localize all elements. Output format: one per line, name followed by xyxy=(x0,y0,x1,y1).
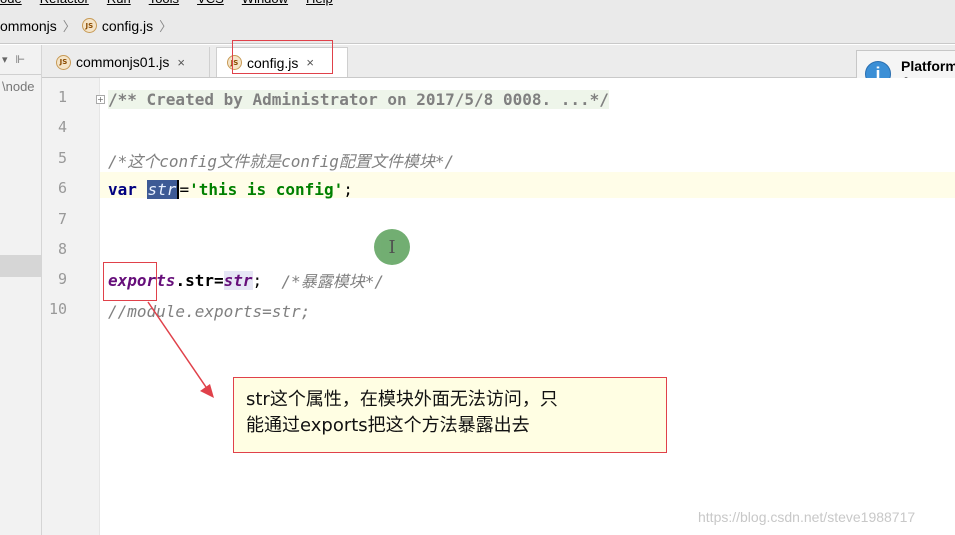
breadcrumb-file-label: config.js xyxy=(101,17,154,34)
line-number: 6 xyxy=(57,179,67,197)
menu-help[interactable]: Help xyxy=(306,0,333,8)
tab-commonjs01[interactable]: JS commonjs01.js × xyxy=(46,47,210,77)
tab-annotation-box xyxy=(232,40,333,74)
js-file-icon: JS xyxy=(81,18,97,33)
menu-bar: ode Refactor Run Tools VCS Window Help xyxy=(0,0,955,8)
breadcrumb-separator: 〉 xyxy=(62,19,76,34)
menu-refactor[interactable]: Refactor xyxy=(40,0,89,8)
project-toolbar: ▾ ⊩ xyxy=(0,45,41,75)
menu-window[interactable]: Window xyxy=(242,0,288,8)
menu-code[interactable]: ode xyxy=(0,0,22,8)
breadcrumb: ommonjs 〉 JS config.js 〉 xyxy=(0,8,955,44)
doc-comment: /** Created by Administrator on 2017/5/8… xyxy=(108,89,609,109)
code-line-10: //module.exports=str; xyxy=(108,298,310,324)
line-number: 1 xyxy=(57,88,67,106)
dropdown-arrow-icon[interactable]: ▾ xyxy=(2,53,8,66)
selected-identifier: str xyxy=(146,179,178,199)
line-comment: //module.exports=str; xyxy=(108,301,311,321)
code-editor[interactable]: 1 4 5 6 7 8 9 10 + /** Created by Admini… xyxy=(42,78,955,535)
js-file-icon: JS xyxy=(56,54,71,70)
code-line-1: /** Created by Administrator on 2017/5/8… xyxy=(108,86,609,112)
keyword-var: var xyxy=(108,179,147,199)
mouse-cursor-indicator: I xyxy=(374,229,410,265)
close-icon[interactable]: × xyxy=(177,55,185,70)
menu-run[interactable]: Run xyxy=(107,0,131,8)
property-assign: .str= xyxy=(175,270,224,290)
operator: = xyxy=(179,179,190,199)
code-line-5: /*这个config文件就是config配置文件模块*/ xyxy=(108,147,454,173)
tab-label: commonjs01.js xyxy=(76,54,170,70)
line-number: 9 xyxy=(57,270,67,288)
callout-line-1: str这个属性，在模块外面无法访问，只 xyxy=(246,389,558,410)
string-literal: 'this is config' xyxy=(189,179,344,199)
editor-tabbar: JS commonjs01.js × JS config.js × xyxy=(42,45,955,78)
breadcrumb-separator-end: 〉 xyxy=(159,19,173,34)
code-line-6: var str ='this is config'; xyxy=(108,176,353,202)
notification-title: Platform xyxy=(901,58,955,74)
project-path[interactable]: \node xyxy=(0,75,41,94)
inline-comment: /*暴露模块*/ xyxy=(281,272,384,291)
line-number: 4 xyxy=(57,118,67,136)
line-number: 5 xyxy=(57,149,67,167)
annotation-callout: str这个属性，在模块外面无法访问，只 能通过exports把这个方法暴露出去 xyxy=(233,377,667,453)
line-number: 10 xyxy=(48,300,67,318)
fold-expand-icon[interactable]: + xyxy=(96,95,105,104)
identifier-usage: str xyxy=(223,270,253,290)
block-comment: /*这个config文件就是config配置文件模块*/ xyxy=(108,152,455,171)
line-gutter: 1 4 5 6 7 8 9 10 xyxy=(42,78,100,535)
menu-tools[interactable]: Tools xyxy=(149,0,179,8)
project-selected-row[interactable] xyxy=(0,255,41,277)
semicolon: ; xyxy=(252,270,282,290)
line-number: 7 xyxy=(57,210,67,228)
exports-annotation-box xyxy=(103,262,157,301)
breadcrumb-folder[interactable]: ommonjs xyxy=(0,18,57,34)
semicolon: ; xyxy=(343,179,353,199)
breadcrumb-file[interactable]: JS config.js xyxy=(81,17,154,34)
menu-vcs[interactable]: VCS xyxy=(197,0,224,8)
line-number: 8 xyxy=(57,240,67,258)
callout-line-2: 能通过exports把这个方法暴露出去 xyxy=(246,415,530,436)
project-panel: ▾ ⊩ \node xyxy=(0,45,42,535)
collapse-icon[interactable]: ⊩ xyxy=(16,53,26,66)
breadcrumb-folder-label: ommonjs xyxy=(0,17,57,34)
watermark: https://blog.csdn.net/steve1988717 xyxy=(698,509,916,525)
